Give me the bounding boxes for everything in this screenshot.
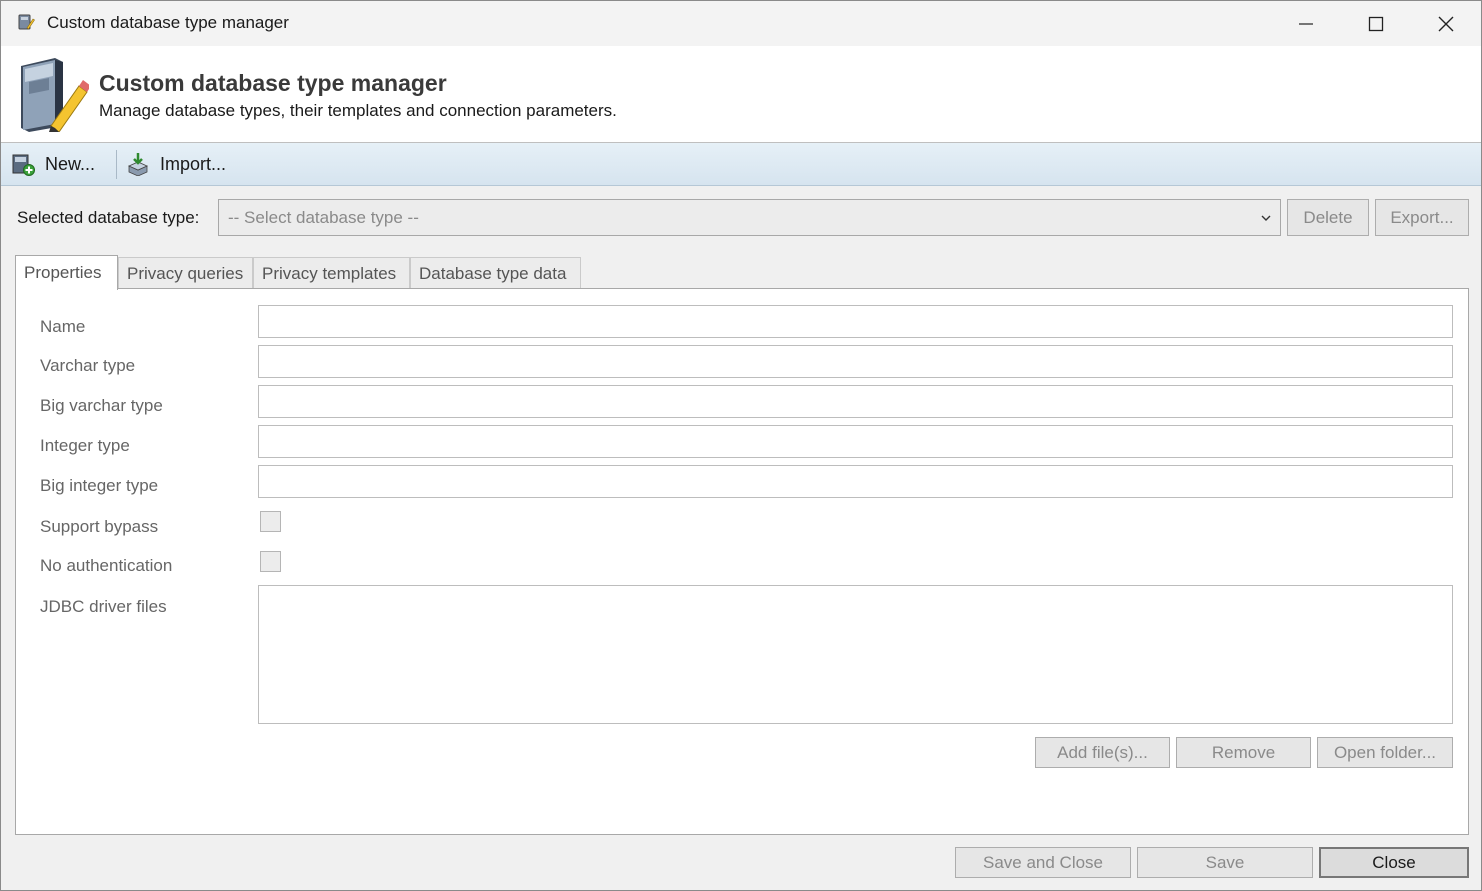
- minimize-button[interactable]: [1271, 1, 1341, 46]
- database-type-select-value: -- Select database type --: [228, 208, 419, 227]
- integer-type-label: Integer type: [40, 436, 130, 455]
- import-icon: [128, 153, 148, 176]
- toolbar: New... Import...: [1, 143, 1481, 186]
- big-integer-type-field[interactable]: [258, 465, 1453, 498]
- properties-panel: Name Varchar type Big varchar type Integ…: [15, 288, 1469, 835]
- title-bar: Custom database type manager: [1, 1, 1481, 46]
- varchar-type-field[interactable]: [258, 345, 1453, 378]
- close-button[interactable]: Close: [1319, 847, 1469, 878]
- close-icon: [1438, 16, 1454, 31]
- toolbar-separator: [116, 150, 117, 179]
- delete-button[interactable]: Delete: [1287, 199, 1369, 236]
- tab-privacy-queries[interactable]: Privacy queries: [118, 257, 253, 289]
- minimize-icon: [1299, 22, 1313, 25]
- jdbc-driver-files-list[interactable]: [258, 585, 1453, 724]
- tab-properties[interactable]: Properties: [15, 255, 118, 290]
- save-button[interactable]: Save: [1137, 847, 1313, 878]
- varchar-type-label: Varchar type: [40, 356, 136, 375]
- support-bypass-checkbox[interactable]: [260, 511, 281, 532]
- open-folder-button[interactable]: Open folder...: [1317, 737, 1453, 768]
- dialog-header: Custom database type manager Manage data…: [1, 46, 1481, 143]
- add-files-button[interactable]: Add file(s)...: [1035, 737, 1170, 768]
- new-database-icon: [12, 154, 35, 176]
- save-and-close-button[interactable]: Save and Close: [955, 847, 1131, 878]
- new-button-label: New...: [45, 153, 96, 174]
- header-subtitle: Manage database types, their templates a…: [99, 101, 617, 120]
- import-button-label: Import...: [160, 153, 227, 174]
- close-window-button[interactable]: [1411, 1, 1481, 46]
- chevron-down-icon: [1261, 215, 1271, 221]
- new-button[interactable]: New...: [11, 147, 95, 181]
- big-varchar-type-field[interactable]: [258, 385, 1453, 418]
- maximize-icon: [1368, 16, 1384, 31]
- no-authentication-label: No authentication: [40, 556, 173, 575]
- tab-privacy-templates[interactable]: Privacy templates: [253, 257, 410, 289]
- header-title: Custom database type manager: [99, 70, 447, 96]
- jdbc-driver-files-label: JDBC driver files: [40, 597, 167, 616]
- selected-database-type-label: Selected database type:: [17, 208, 200, 227]
- remove-button[interactable]: Remove: [1176, 737, 1311, 768]
- big-integer-type-label: Big integer type: [40, 476, 159, 495]
- export-button[interactable]: Export...: [1375, 199, 1469, 236]
- database-edit-icon: [21, 58, 89, 132]
- big-varchar-type-label: Big varchar type: [40, 396, 163, 415]
- integer-type-field[interactable]: [258, 425, 1453, 458]
- dialog-window: Custom database type manager Custom data…: [0, 0, 1482, 891]
- no-authentication-checkbox[interactable]: [260, 551, 281, 572]
- app-icon: [18, 14, 35, 30]
- database-type-select[interactable]: -- Select database type --: [218, 199, 1281, 236]
- tab-database-type-data[interactable]: Database type data: [410, 257, 581, 289]
- name-field[interactable]: [258, 305, 1453, 338]
- name-label: Name: [40, 317, 86, 336]
- window-title: Custom database type manager: [47, 13, 289, 32]
- import-button[interactable]: Import...: [126, 147, 226, 181]
- support-bypass-label: Support bypass: [40, 517, 159, 536]
- maximize-button[interactable]: [1341, 1, 1411, 46]
